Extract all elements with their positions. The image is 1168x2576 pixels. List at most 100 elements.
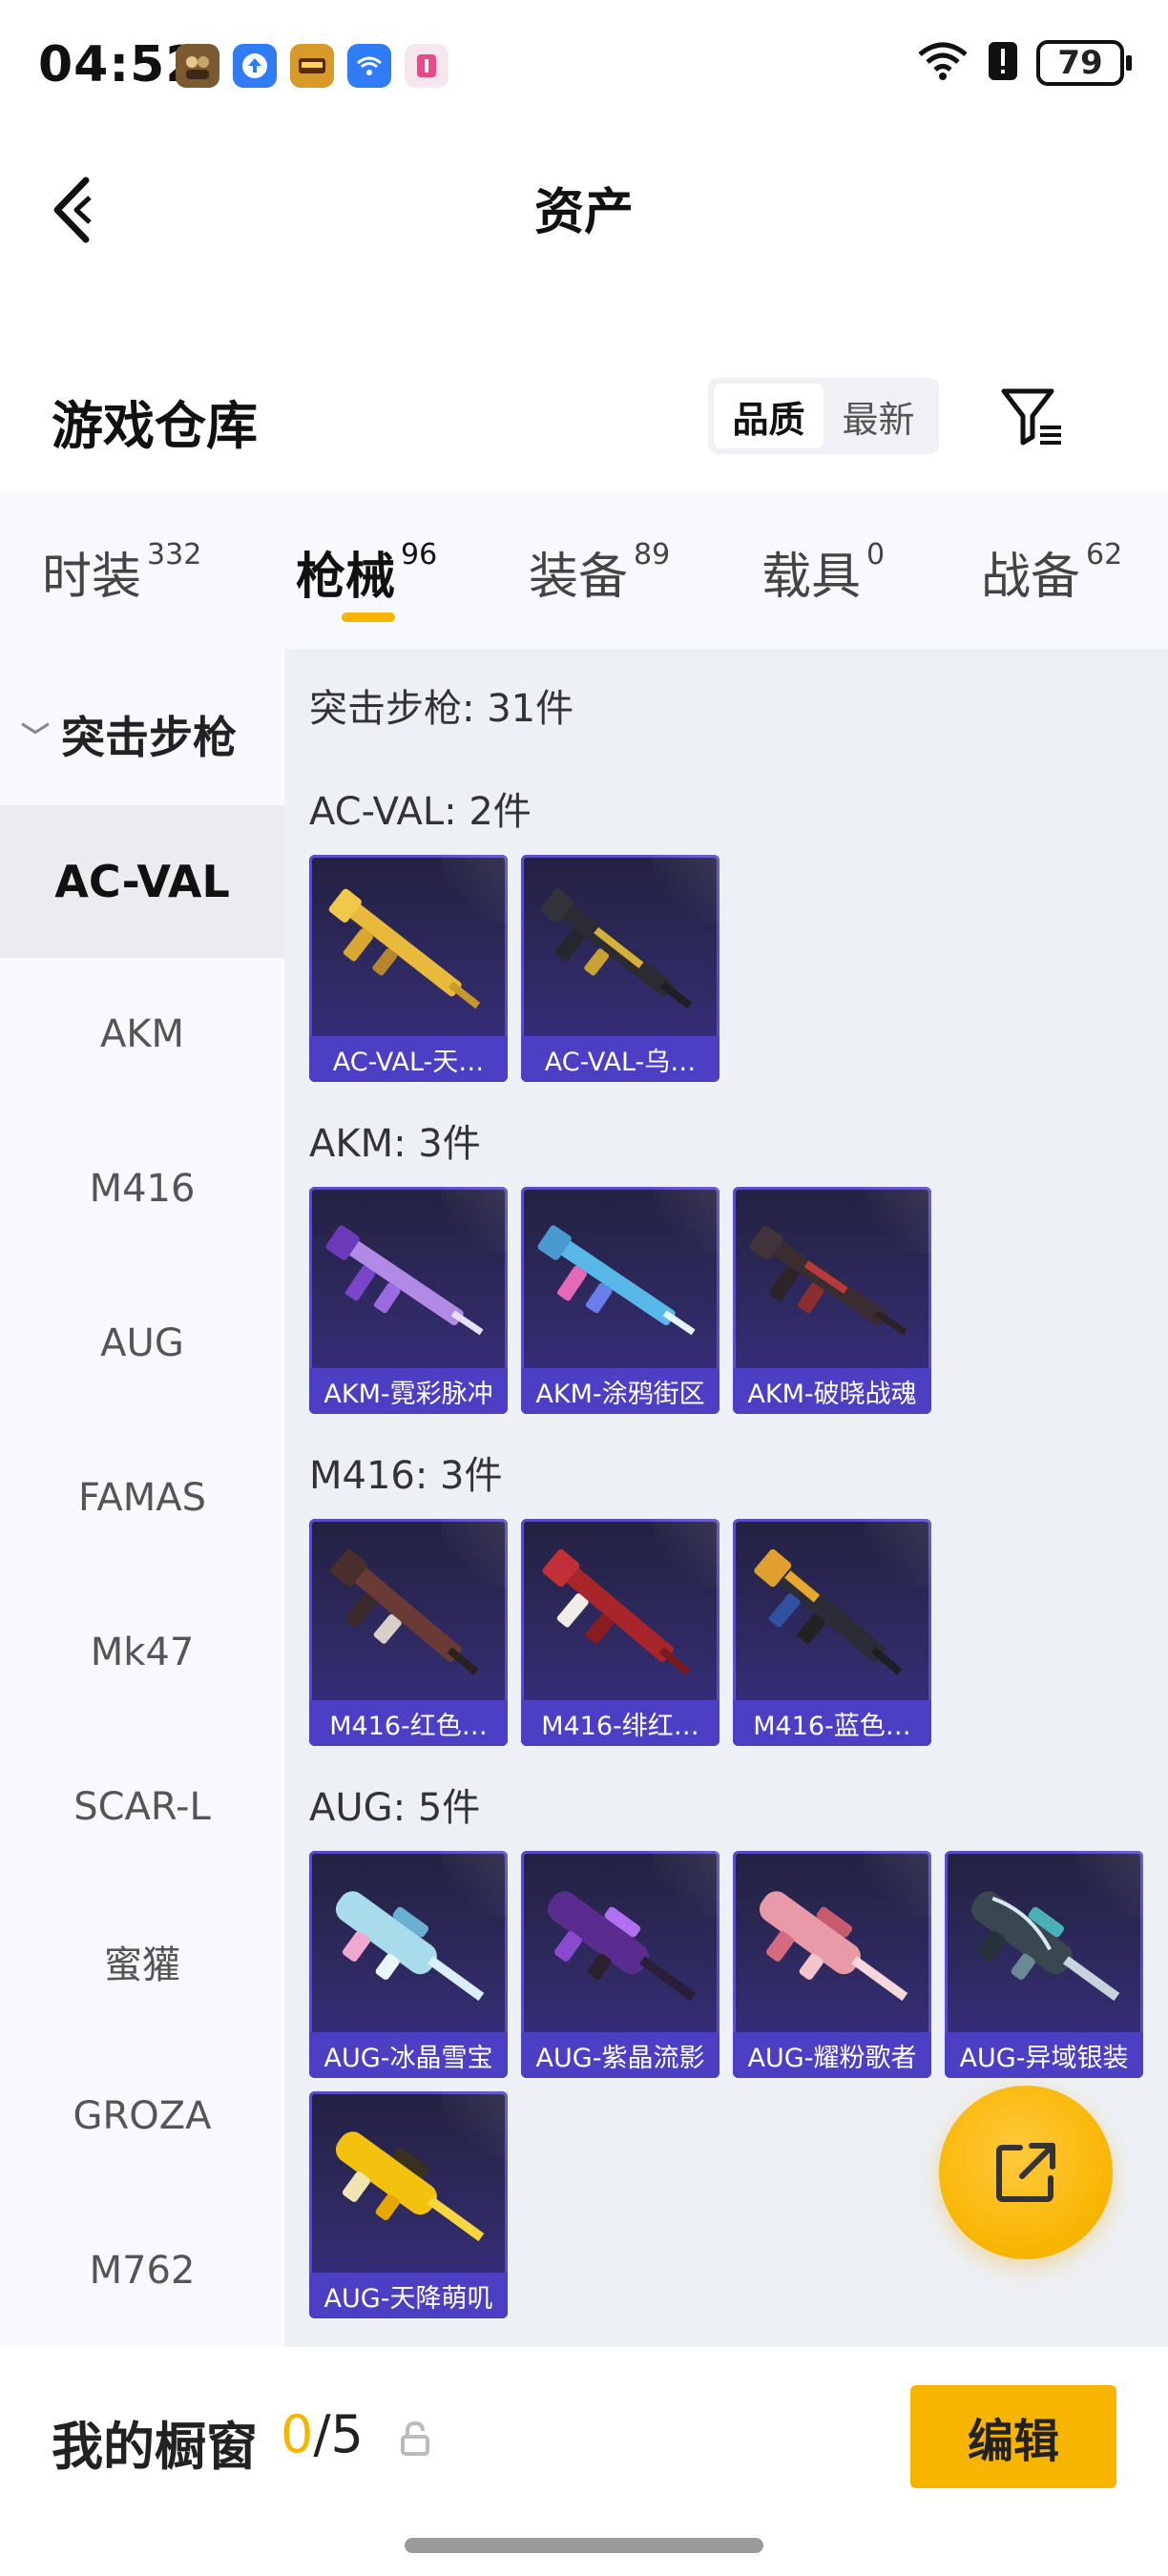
skin-card[interactable]: AC-VAL-天… [309,855,508,1082]
filter-button[interactable] [998,384,1065,450]
showcase-current: 0 [281,2404,314,2464]
rifle-icon [335,1891,485,2002]
skin-card[interactable]: AUG-冰晶雪宝 [309,1851,508,2078]
active-tab-indicator [342,613,395,622]
sidebar-item-mk47[interactable]: Mk47 [0,1576,284,1729]
category-tabs: 时装 332 枪械 96 装备 89 载具 0 战备 62 [0,492,1168,649]
rifle-icon [749,1225,907,1336]
notification-icons [176,44,448,88]
home-indicator[interactable] [405,2538,763,2553]
rifle-icon [759,1891,908,2002]
group-title-aug: AUG: 5件 [309,1786,481,1830]
rifle-icon [330,1548,479,1675]
skin-name: AKM-破晓战魂 [733,1368,931,1414]
skin-name: AUG-耀粉歌者 [733,2032,931,2078]
skin-card[interactable]: AUG-耀粉歌者 [733,1851,931,2078]
skin-name: AUG-冰晶雪宝 [309,2032,508,2078]
warehouse-header: 游戏仓库 品质 最新 [0,363,1168,477]
skin-card[interactable]: AKM-破晓战魂 [733,1187,931,1414]
sidebar-item-akm[interactable]: AKM [0,958,284,1111]
share-icon [996,2143,1055,2202]
group-title-akm: AKM: 3件 [309,1122,481,1166]
edit-button[interactable]: 编辑 [910,2385,1116,2488]
weapon-type-sidebar: ﹀ 突击步枪 AC-VAL AKM M416 AUG FAMAS Mk47 SC… [0,649,284,2347]
rifle-icon [335,2131,485,2242]
status-indicators: 79 [916,40,1132,86]
skin-card[interactable]: AUG-异域银装 [945,1851,1143,2078]
skin-card[interactable]: M416-红色… [309,1519,508,1746]
tab-count: 62 [1086,538,1123,571]
rifle-icon [537,1225,696,1336]
skin-name: AC-VAL-天… [309,1036,508,1082]
skin-name: AUG-异域银装 [945,2032,1143,2078]
rifle-icon [547,1891,697,2002]
chevron-down-icon: ﹀ [21,721,50,755]
skin-name: AKM-霓彩脉冲 [309,1368,508,1414]
skin-card[interactable]: AKM-霓彩脉冲 [309,1187,508,1414]
game-app-icon-2 [290,44,334,88]
tab-count: 89 [634,538,671,571]
filter-icon [1001,388,1061,446]
skin-name: AUG-天降萌叽 [309,2273,508,2318]
sidebar-item-scar-l[interactable]: SCAR-L [0,1731,284,1883]
sort-quality-button[interactable]: 品质 [714,384,824,448]
tab-label: 枪械 [296,549,396,606]
sort-latest-button[interactable]: 最新 [824,384,933,448]
lock-icon [401,2420,429,2456]
skin-card[interactable]: AKM-涂鸦街区 [521,1187,720,1414]
skin-name: AKM-涂鸦街区 [521,1368,720,1414]
rifle-icon [542,1548,691,1675]
skin-card[interactable]: AC-VAL-乌… [521,855,720,1082]
rifle-icon [754,1548,903,1675]
sidebar-item-groza[interactable]: GROZA [0,2040,284,2192]
showcase-bar: 我的橱窗 0/5 编辑 [0,2347,1168,2576]
wifi-icon [916,41,970,85]
tab-label: 时装 [42,549,142,606]
group-title-m416: M416: 3件 [309,1454,503,1498]
skin-name: M416-红色… [309,1700,508,1746]
sidebar-item-m416[interactable]: M416 [0,1112,284,1265]
sidebar-item-m762[interactable]: M762 [0,2194,284,2347]
alert-icon [987,40,1019,86]
tab-count: 96 [401,538,438,571]
group-title-ac-val: AC-VAL: 2件 [309,790,532,834]
showcase-total: /5 [313,2404,364,2464]
skin-card[interactable]: M416-蓝色… [733,1519,931,1746]
sidebar-item-aug[interactable]: AUG [0,1267,284,1420]
tab-label: 装备 [529,549,629,606]
rifle-icon [970,1891,1120,2002]
skin-card[interactable]: AUG-紫晶流影 [521,1851,720,2078]
tab-label: 战备 [981,549,1081,606]
skin-name: M416-蓝色… [733,1700,931,1746]
skin-name: M416-绯红… [521,1700,720,1746]
category-summary: 突击步枪: 31件 [309,687,574,731]
upload-app-icon [233,44,277,88]
tab-count: 0 [866,538,886,571]
rifle-icon [328,888,481,1009]
status-bar: 04:52 79 [0,0,1168,134]
tab-firearms[interactable]: 枪械 96 [296,536,437,608]
wifi-app-icon [347,44,391,88]
sidebar-item-ac-val[interactable]: AC-VAL [0,805,284,958]
battery-indicator: 79 [1036,40,1132,86]
showcase-title: 我的橱窗 [52,2417,258,2477]
nav-header: 资产 [0,134,1168,277]
tab-vehicles[interactable]: 载具 0 [761,536,885,608]
sidebar-group-assault-rifles[interactable]: ﹀ 突击步枪 [0,696,284,773]
tab-supplies[interactable]: 战备 62 [981,536,1122,608]
tab-label: 载具 [761,549,862,606]
share-button[interactable] [939,2086,1113,2259]
sidebar-item-honey-badger[interactable]: 蜜獾 [0,1885,284,2038]
skin-card[interactable]: M416-绯红… [521,1519,720,1746]
tab-fashion[interactable]: 时装 332 [42,536,201,608]
tab-count: 332 [147,538,202,571]
skin-card[interactable]: AUG-天降萌叽 [309,2091,508,2318]
tab-equipment[interactable]: 装备 89 [529,536,670,608]
sidebar-item-famas[interactable]: FAMAS [0,1422,284,1574]
sidebar-group-label: 突击步枪 [61,712,237,763]
skin-name: AUG-紫晶流影 [521,2032,720,2078]
warehouse-title: 游戏仓库 [52,396,258,456]
sort-toggle: 品质 最新 [708,378,939,454]
info-app-icon [405,44,448,88]
skin-name: AC-VAL-乌… [521,1036,720,1082]
